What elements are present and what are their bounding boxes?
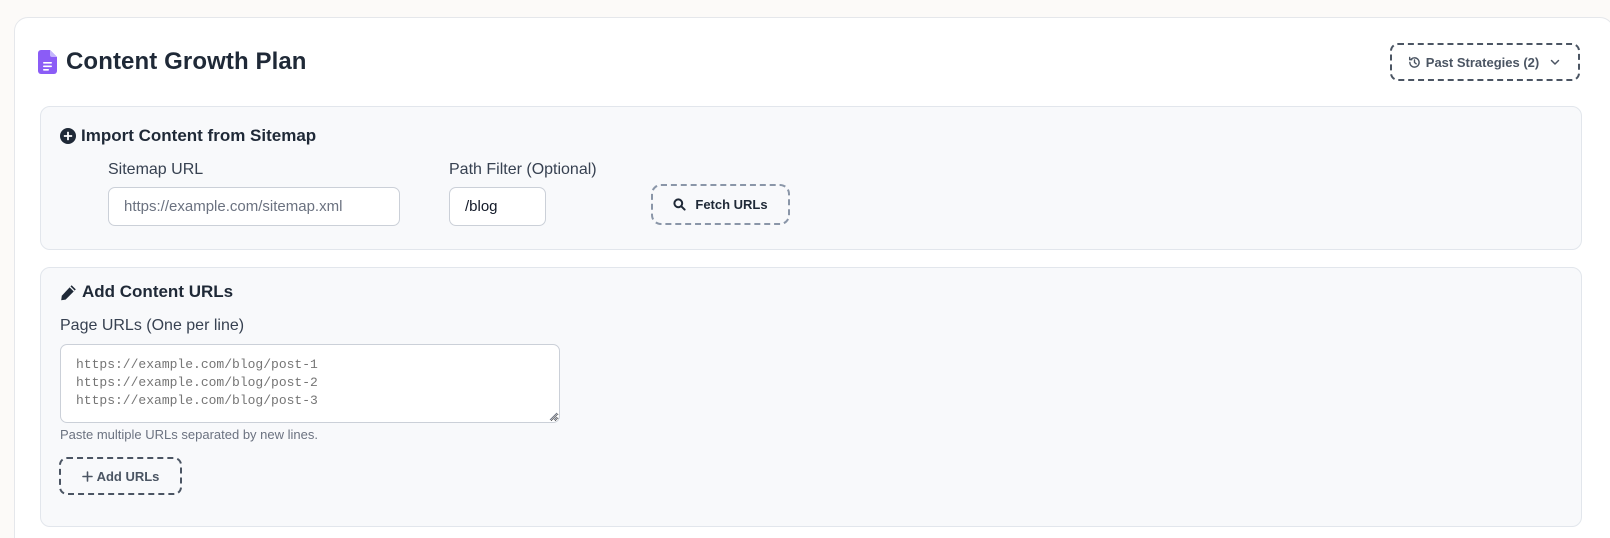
add-urls-button[interactable]: Add URLs (59, 457, 182, 495)
page-urls-label: Page URLs (One per line) (60, 317, 245, 334)
sitemap-section-title-text: Import Content from Sitemap (81, 126, 317, 145)
pencil-icon (61, 284, 76, 300)
page-urls-textarea[interactable] (60, 344, 560, 423)
content-urls-section-title: Add Content URLs (60, 282, 233, 302)
chevron-down-icon (1550, 59, 1560, 65)
plus-icon (81, 470, 93, 482)
fetch-urls-label: Fetch URLs (695, 197, 768, 212)
page-urls-wrapper (60, 344, 560, 423)
document-icon (38, 50, 57, 74)
past-strategies-button[interactable]: Past Strategies (2) (1390, 43, 1580, 81)
plus-circle-icon (60, 128, 76, 144)
path-filter-input[interactable] (449, 187, 546, 226)
page-title: Content Growth Plan (66, 48, 307, 75)
add-urls-label: Add URLs (96, 468, 160, 484)
sitemap-section-title: Import Content from Sitemap (60, 126, 316, 146)
page-header: Content Growth Plan (38, 48, 307, 76)
history-icon (1408, 56, 1420, 68)
sitemap-url-input[interactable] (108, 187, 400, 226)
path-filter-label: Path Filter (Optional) (449, 161, 597, 178)
resize-grip-icon[interactable] (549, 412, 558, 421)
search-icon (673, 198, 686, 211)
page-urls-helper-text: Paste multiple URLs separated by new lin… (60, 427, 318, 442)
sitemap-url-label: Sitemap URL (108, 161, 204, 178)
content-urls-section-title-text: Add Content URLs (82, 282, 234, 301)
fetch-urls-button[interactable]: Fetch URLs (651, 184, 790, 225)
past-strategies-label: Past Strategies (2) (1425, 54, 1540, 70)
